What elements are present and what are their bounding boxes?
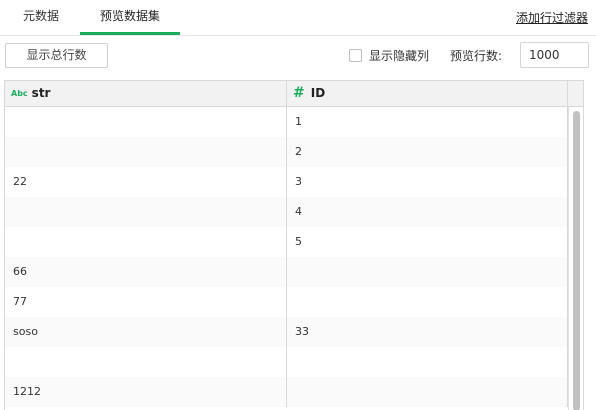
table-cell	[287, 377, 568, 407]
table-cell: 4	[287, 197, 568, 227]
table-cell: soso	[5, 317, 287, 347]
column-header-str[interactable]: Abc str	[5, 81, 287, 106]
table-cell: 66	[5, 257, 287, 287]
column-name: str	[31, 86, 51, 100]
table-cell	[5, 137, 287, 167]
show-hidden-columns-label: 显示隐藏列	[369, 49, 430, 63]
add-row-filter-link[interactable]: 添加行过滤器	[516, 9, 588, 26]
table-row: 2	[5, 137, 568, 167]
table-cell: 1212	[5, 377, 287, 407]
preview-rows-input[interactable]	[520, 42, 589, 68]
table-row: 4	[5, 197, 568, 227]
table-header: Abc str # ID	[5, 81, 583, 107]
table-cell	[5, 107, 287, 137]
preview-toolbar: 显示总行数 显示隐藏列 预览行数:	[0, 36, 596, 80]
table-row: soso 33	[5, 317, 568, 347]
table-cell: 77	[5, 287, 287, 317]
preview-rows-label: 预览行数:	[450, 49, 503, 63]
number-type-icon: #	[293, 85, 305, 101]
table-row: 66	[5, 257, 568, 287]
table-cell	[287, 347, 568, 377]
show-hidden-columns-checkbox[interactable]	[349, 49, 362, 62]
vertical-scrollbar[interactable]	[568, 107, 583, 410]
table-cell: 33	[287, 317, 568, 347]
table-cell	[5, 227, 287, 257]
table-cell: 22	[5, 167, 287, 197]
table-cell	[5, 197, 287, 227]
table-row	[5, 347, 568, 377]
table-cell: 1	[287, 107, 568, 137]
show-total-rows-button[interactable]: 显示总行数	[5, 43, 108, 68]
table-row: 1212	[5, 377, 568, 407]
table-row: 77	[5, 287, 568, 317]
data-preview-table: Abc str # ID 1 2 22 3 4 5 66 77 soso 33 …	[4, 80, 584, 410]
column-header-id[interactable]: # ID	[287, 81, 568, 106]
scrollbar-thumb[interactable]	[573, 111, 580, 410]
table-cell: 3	[287, 167, 568, 197]
table-cell	[287, 287, 568, 317]
table-cell	[5, 347, 287, 377]
table-cell: 2	[287, 137, 568, 167]
table-cell	[287, 257, 568, 287]
tab-preview-dataset[interactable]: 预览数据集	[80, 0, 180, 35]
string-type-icon: Abc	[11, 89, 28, 98]
table-row: 22 3	[5, 167, 568, 197]
table-row: 1	[5, 107, 568, 137]
top-tab-bar: 元数据 预览数据集 添加行过滤器	[0, 0, 596, 36]
tab-metadata[interactable]: 元数据	[8, 0, 74, 35]
table-body: 1 2 22 3 4 5 66 77 soso 33 1212	[5, 107, 568, 407]
table-cell: 5	[287, 227, 568, 257]
table-row: 5	[5, 227, 568, 257]
column-name: ID	[310, 86, 326, 100]
